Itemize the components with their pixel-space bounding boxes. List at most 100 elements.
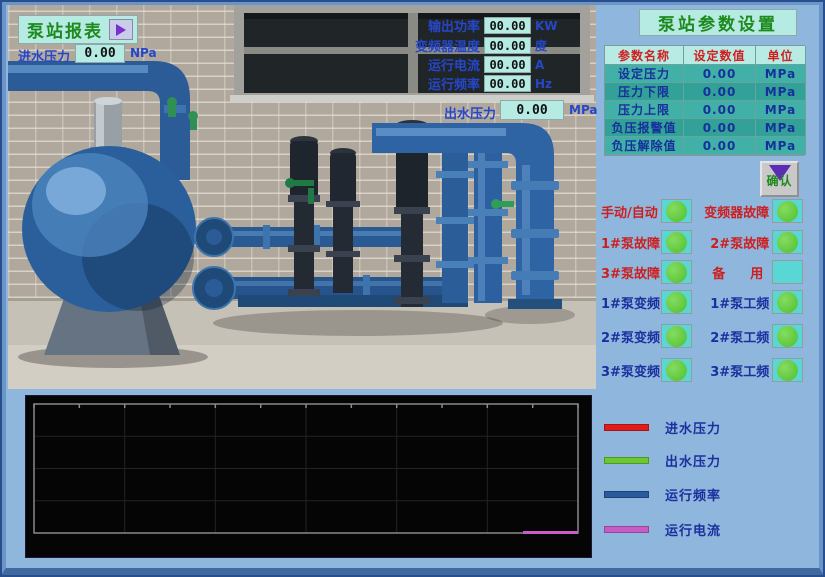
measurement-row: 输出功率 00.00 KW [376,16,606,35]
report-button-label: 泵站报表 [27,17,103,42]
legend-run-frequency: 运行频率 [665,485,721,504]
run-current-unit: A [535,58,544,72]
green-led-icon [777,292,798,313]
report-arrow-button[interactable] [109,19,133,40]
status-row: 2#泵变频 2#泵工频 [601,323,803,349]
run-current-label: 运行电流 [376,55,480,74]
inlet-pressure-label: 进水压力 [18,46,70,65]
report-button[interactable]: 泵站报表 [18,15,138,44]
param-unit: MPa [756,119,806,137]
spare-led [772,260,803,284]
vfd-temp-unit: 度 [535,37,547,54]
play-arrow-icon [116,24,126,36]
param-value[interactable]: 0.00 [684,137,756,155]
run-frequency-unit: Hz [535,77,552,91]
vfd-temp-value: 00.00 [484,37,531,54]
legend-color-swatch [604,457,649,464]
pump1-fault-label: 1#泵故障 [601,233,658,252]
status-row: 手动/自动 变频器故障 [601,198,803,224]
param-value[interactable]: 0.00 [684,83,756,101]
green-led-icon [777,360,798,381]
legend-inlet-pressure: 进水压力 [665,418,721,437]
pump2-mains-label: 2#泵工频 [696,327,769,346]
green-led-icon [666,262,687,283]
pump3-fault-label: 3#泵故障 [601,263,658,282]
output-power-value: 00.00 [484,17,531,34]
pump3-mains-label: 3#泵工频 [696,361,769,380]
measurement-row: 运行频率 00.00 Hz [376,74,606,93]
pump1-mains-led [772,290,803,314]
inlet-pressure-unit: NPa [130,46,157,60]
pump1-mains-label: 1#泵工频 [696,293,769,312]
parameter-table: 参数名称 设定数值 单位 设定压力 0.00 MPa 压力下限 0.00 MPa… [604,45,805,156]
green-led-icon [666,360,687,381]
legend-item: 运行频率 [604,485,721,504]
pump3-vfd-led [661,358,692,382]
green-led-icon [666,292,687,313]
param-unit: MPa [756,83,806,101]
legend-item: 进水压力 [604,418,721,437]
run-current-value: 00.00 [484,56,531,73]
run-frequency-label: 运行频率 [376,74,480,93]
pump1-fault-led [661,230,692,254]
param-value[interactable]: 0.00 [684,119,756,137]
pump1-vfd-led [661,290,692,314]
status-row: 3#泵变频 3#泵工频 [601,357,803,383]
col-header-name: 参数名称 [605,46,684,65]
param-value[interactable]: 0.00 [684,65,756,83]
spare-label: 备 用 [696,263,769,282]
confirm-button-label: 确认 [766,172,792,189]
vfd-fault-led [772,199,803,223]
pump2-vfd-led [661,324,692,348]
pump3-mains-led [772,358,803,382]
vfd-fault-label: 变频器故障 [696,202,770,221]
manifold-pipes [193,218,468,309]
pump3-vfd-label: 3#泵变频 [601,361,658,380]
pump1-vfd-label: 1#泵变频 [601,293,658,312]
legend-run-current: 运行电流 [665,520,721,539]
param-unit: MPa [756,101,806,119]
param-unit: MPa [756,65,806,83]
legend-outlet-pressure: 出水压力 [665,451,721,470]
green-led-icon [666,232,687,253]
col-header-value: 设定数值 [684,46,756,65]
green-led-icon [666,201,687,222]
settings-panel-title: 泵站参数设置 [639,9,797,36]
outlet-pressure-label: 出水压力 [430,103,496,122]
output-power-label: 输出功率 [376,16,480,35]
green-led-icon [777,326,798,347]
status-row: 1#泵故障 2#泵故障 [601,229,803,255]
pump2-fault-label: 2#泵故障 [696,233,769,252]
param-name: 压力下限 [605,83,684,101]
vfd-temp-label: 变频器温度 [376,36,480,55]
outlet-pressure-value: 0.00 [500,100,564,120]
grid-lines [34,404,578,533]
legend-color-swatch [604,526,649,533]
legend-item: 出水压力 [604,451,721,470]
pump3-fault-led [661,260,692,284]
param-unit: MPa [756,137,806,155]
legend-item: 运行电流 [604,520,721,539]
param-name: 负压报警值 [605,119,684,137]
legend-color-swatch [604,424,649,431]
status-row: 3#泵故障 备 用 [601,259,803,285]
measurement-row: 变频器温度 00.00 度 [376,36,606,55]
green-led-icon [777,232,798,253]
param-name: 压力上限 [605,101,684,119]
trend-plot [26,396,591,557]
outlet-pressure-unit: MPa [569,103,598,117]
pump2-fault-led [772,230,803,254]
manual-auto-label: 手动/自动 [601,202,658,221]
legend-color-swatch [604,491,649,498]
status-row: 1#泵变频 1#泵工频 [601,289,803,315]
measurement-row: 运行电流 00.00 A [376,55,606,74]
green-led-icon [777,201,798,222]
manual-auto-led [661,199,692,223]
param-name: 设定压力 [605,65,684,83]
param-value[interactable]: 0.00 [684,101,756,119]
pump2-vfd-label: 2#泵变频 [601,327,658,346]
inlet-pressure-value: 0.00 [75,44,125,63]
confirm-button[interactable]: 确认 [760,161,799,197]
hmi-screen: 泵站报表 进水压力 0.00 NPa 输出功率 00.00 KW 变频器温度 0… [0,0,825,577]
green-led-icon [666,326,687,347]
